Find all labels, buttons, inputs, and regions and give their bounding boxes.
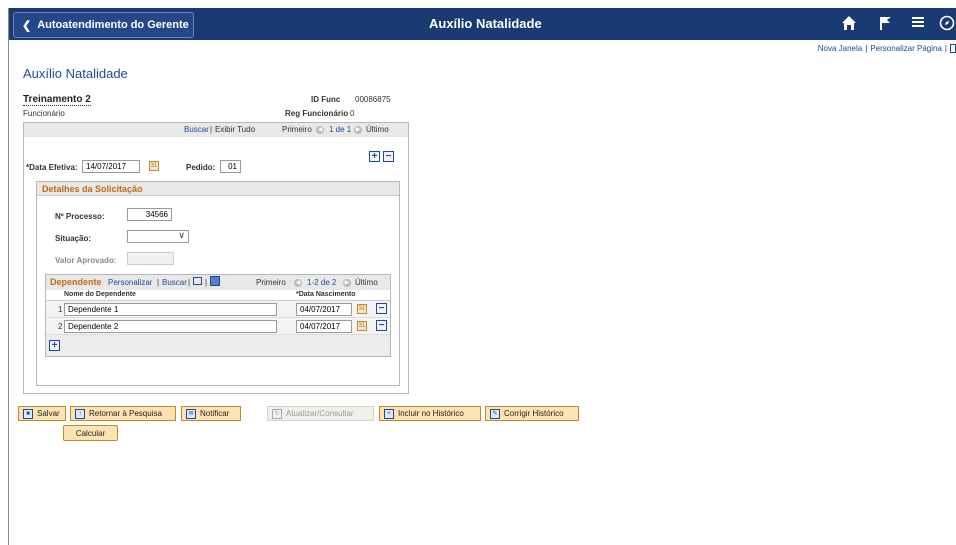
personalize-link[interactable]: Personalizar	[108, 278, 152, 287]
range-text: 1 de 1	[329, 125, 352, 134]
update-icon: ↻	[272, 408, 282, 419]
dependents-column-header: Nome do Dependente *Data Nascimento	[46, 290, 390, 301]
flag-icon[interactable]	[877, 15, 893, 36]
download-excel-icon[interactable]	[210, 276, 220, 288]
grid-find-link[interactable]: Buscar	[162, 278, 187, 287]
find-link[interactable]: Buscar	[184, 125, 209, 134]
approved-value-label: Valor Aprovado:	[55, 256, 117, 265]
grid-range-text: 1-2 de 2	[307, 278, 337, 287]
effective-date-label: *Data Efetiva:	[26, 163, 78, 172]
calendar-icon[interactable]: 31	[357, 304, 367, 314]
back-button-label: Autoatendimento do Gerente	[37, 19, 189, 31]
first-label: Primeiro	[282, 125, 312, 134]
update-display-button[interactable]: ↻ Atualizar/Consultar	[267, 406, 374, 421]
page-title: Auxílio Natalidade	[23, 66, 128, 81]
add-dependent-icon[interactable]: +	[49, 340, 60, 351]
dependents-grid-header: Dependente Personalizar | Buscar | | Pri…	[46, 275, 390, 290]
birth-date-field[interactable]	[296, 303, 352, 316]
save-icon: ■	[23, 408, 33, 419]
app-frame: ❮ Autoatendimento do Gerente Auxílio Nat…	[8, 8, 956, 545]
delete-row-icon[interactable]: −	[376, 303, 387, 314]
remove-row-icon[interactable]: −	[383, 151, 394, 162]
chevron-left-icon: ❮	[22, 19, 32, 32]
request-details-panel: Detalhes da Solicitação Nº Processo: Sit…	[36, 181, 400, 441]
table-row: 1 31 −	[46, 301, 390, 318]
birth-date-field[interactable]	[296, 320, 352, 333]
delete-row-icon[interactable]: −	[376, 320, 387, 331]
personalize-page-link[interactable]: Personalizar Página	[870, 44, 942, 53]
prev-arrow-icon[interactable]: ◀	[316, 125, 324, 134]
calendar-icon[interactable]: 31	[149, 161, 159, 171]
status-label: Situação:	[55, 234, 92, 243]
correct-history-button[interactable]: ✎ Corrigir Histórico	[485, 406, 579, 421]
dependents-grid: Dependente Personalizar | Buscar | | Pri…	[45, 274, 391, 357]
hamburger-menu-icon[interactable]	[911, 15, 925, 34]
notify-icon: ✉	[186, 408, 196, 419]
grid-prev-arrow-icon[interactable]: ◀	[294, 278, 302, 287]
home-icon[interactable]	[841, 15, 857, 36]
process-label: Nº Processo:	[55, 212, 105, 221]
calendar-icon[interactable]: 31	[357, 321, 367, 331]
dependent-name-field[interactable]	[64, 320, 277, 333]
approved-value-field	[127, 252, 174, 265]
new-window-link[interactable]: Nova Janela	[818, 44, 862, 53]
save-button[interactable]: ■ Salvar	[18, 406, 66, 421]
order-label: Pedido:	[186, 163, 216, 172]
chevron-down-icon: ∨	[178, 230, 185, 240]
order-field[interactable]	[220, 160, 241, 173]
grid-next-arrow-icon[interactable]: ▶	[343, 278, 351, 287]
request-details-title: Detalhes da Solicitação	[37, 182, 399, 196]
id-func-value: 00086875	[355, 95, 391, 104]
effective-date-field[interactable]	[82, 160, 140, 173]
view-all-link[interactable]: Exibir Tudo	[215, 125, 255, 134]
calculate-button[interactable]: Calcular	[63, 425, 118, 441]
grid-last-label: Último	[355, 278, 378, 287]
dependent-name-field[interactable]	[64, 303, 277, 316]
next-arrow-icon[interactable]: ▶	[354, 125, 362, 134]
id-func-label: ID Func	[311, 95, 341, 104]
employee-role: Funcionário	[23, 109, 65, 118]
correct-history-icon: ✎	[490, 408, 500, 419]
return-icon: ↑	[75, 408, 85, 419]
employee-name-link[interactable]: Treinamento 2	[23, 94, 91, 106]
dependents-grid-footer: +	[46, 335, 390, 356]
table-row: 2 31 −	[46, 318, 390, 335]
col-birth-date: *Data Nascimento	[296, 291, 356, 298]
last-label: Último	[366, 125, 389, 134]
status-select[interactable]: ∨	[127, 230, 189, 243]
top-navbar: ❮ Autoatendimento do Gerente Auxílio Nat…	[9, 8, 956, 40]
return-to-search-button[interactable]: ↑ Retornar à Pesquisa	[70, 406, 176, 421]
add-row-icon[interactable]: +	[369, 151, 380, 162]
compass-icon[interactable]	[939, 15, 955, 36]
reg-func-value: 0	[350, 109, 355, 118]
app-title: Auxílio Natalidade	[429, 16, 542, 31]
process-number-field[interactable]	[127, 208, 172, 221]
top-links: Nova Janela | Personalizar Página |	[818, 44, 956, 54]
notify-button[interactable]: ✉ Notificar	[181, 406, 241, 421]
col-dependent-name: Nome do Dependente	[64, 291, 136, 298]
dependents-title: Dependente	[50, 277, 102, 287]
back-button[interactable]: ❮ Autoatendimento do Gerente	[13, 12, 194, 38]
reg-func-label: Reg Funcionário	[285, 109, 349, 118]
help-icon[interactable]	[950, 44, 956, 54]
include-history-icon: +	[384, 408, 394, 419]
outer-nav-bar: Buscar | Exibir Tudo Primeiro ◀ 1 de 1 ▶…	[24, 123, 408, 137]
view-grid-icon[interactable]	[193, 277, 202, 287]
effective-date-group: Buscar | Exibir Tudo Primeiro ◀ 1 de 1 ▶…	[23, 122, 409, 441]
grid-first-label: Primeiro	[256, 278, 286, 287]
include-history-button[interactable]: + Incluir no Histórico	[379, 406, 481, 421]
